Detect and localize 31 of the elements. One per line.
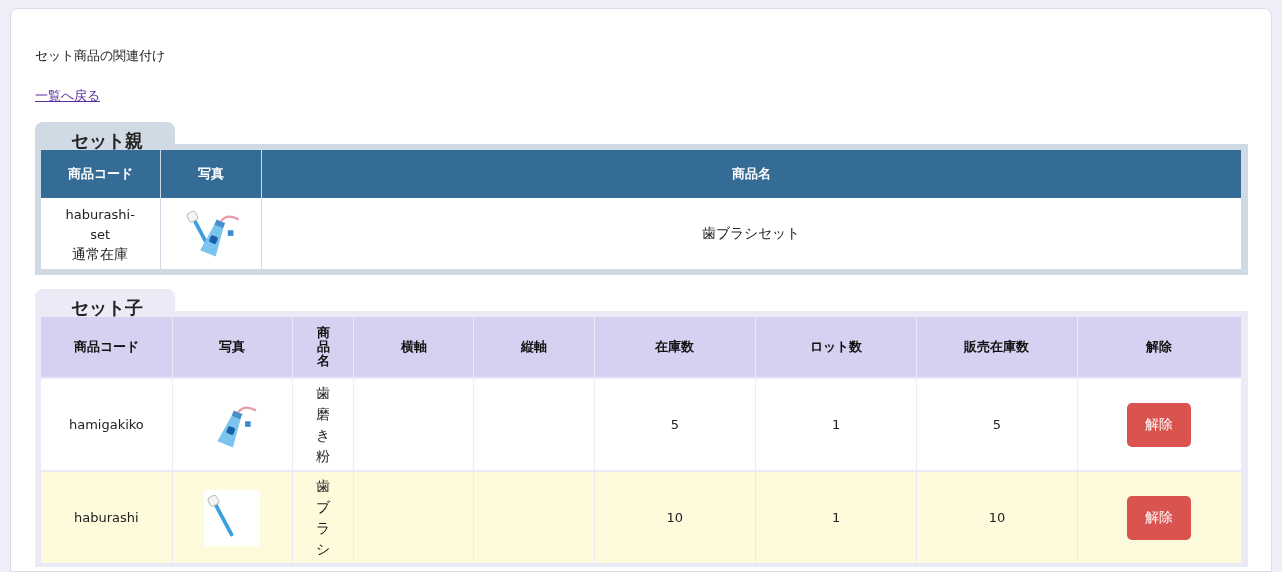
release-button[interactable]: 解除 — [1127, 495, 1192, 540]
column-header: 写真 — [219, 339, 246, 354]
back-link[interactable]: 一覧へ戻る — [35, 87, 100, 105]
sales-stock-count: 10 — [988, 510, 1006, 525]
column-header: ロット数 — [810, 339, 863, 354]
product-name: 歯ブラシ — [316, 476, 331, 559]
column-header: 縦軸 — [521, 339, 547, 354]
column-header: 販売在庫数 — [964, 339, 1030, 354]
stock-count: 5 — [670, 417, 679, 432]
sales-stock-count: 5 — [992, 417, 1002, 432]
column-header: 写真 — [160, 150, 261, 198]
column-header: 横軸 — [400, 339, 427, 354]
stock-count: 10 — [666, 510, 684, 525]
column-header: 商品名 — [316, 325, 330, 369]
page-title: セット商品の関連付け — [35, 47, 166, 65]
section-heading: セット親 — [71, 130, 143, 152]
product-name: 歯磨き粉 — [316, 383, 331, 466]
section-heading: セット子 — [71, 297, 143, 319]
column-header: 解除 — [1146, 339, 1173, 354]
column-header: 商品名 — [261, 150, 1242, 198]
lot-count: 1 — [832, 417, 841, 432]
product-code: haburashi — [74, 510, 139, 525]
stock-type: 通常在庫 — [72, 244, 129, 263]
product-code: hamigakiko — [68, 417, 144, 432]
product-name: 歯ブラシセット — [702, 224, 801, 241]
column-header: 在庫数 — [655, 339, 695, 354]
column-header: 商品コード — [41, 150, 160, 198]
product-code: haburashi-set — [64, 205, 136, 244]
column-header: 商品コード — [73, 339, 139, 354]
release-button[interactable]: 解除 — [1127, 402, 1192, 447]
lot-count: 1 — [832, 510, 841, 525]
